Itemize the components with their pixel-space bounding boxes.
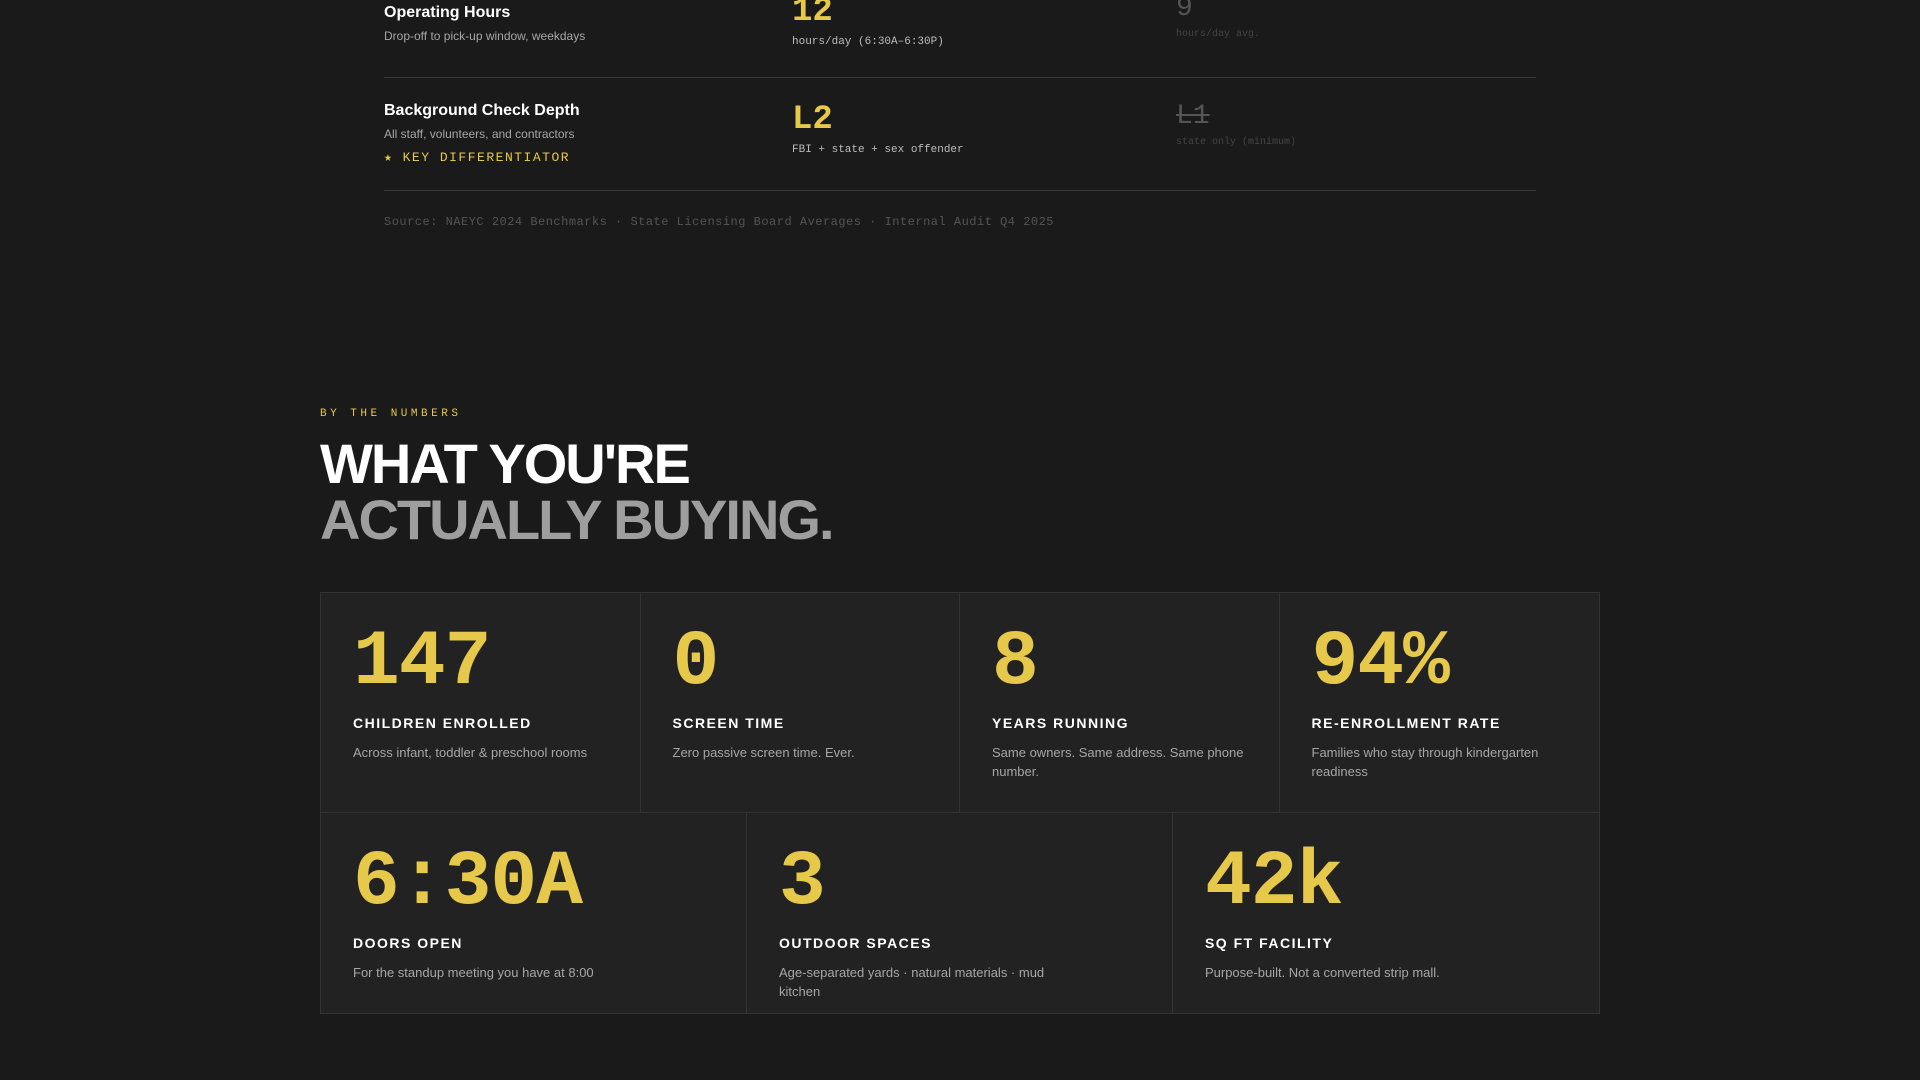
stat-card-sq-ft-facility: 42k SQ FT FACILITY Purpose-built. Not a … xyxy=(1172,813,1599,1013)
stat-number: 6:30A xyxy=(353,839,583,927)
stat-card-outdoor-spaces: 3 OUTDOOR SPACES Age-separated yards · n… xyxy=(746,813,1173,1013)
stat-number: 42k xyxy=(1204,839,1343,927)
comparison-row-background-check: Background Check Depth All staff, volunt… xyxy=(384,78,1536,191)
metric-cell: Operating Hours Drop-off to pick-up wind… xyxy=(384,4,784,43)
metric-cell: Background Check Depth All staff, volunt… xyxy=(384,102,784,165)
stat-number: 8 xyxy=(992,619,1039,707)
stat-card-children-enrolled: 147 CHILDREN ENROLLED Across infant, tod… xyxy=(321,593,641,812)
stat-label: RE-ENROLLMENT RATE xyxy=(1311,715,1501,731)
headline-line-2: ACTUALLY BUYING. xyxy=(320,488,834,551)
stat-number: 3 xyxy=(778,839,826,927)
source-note: Source: NAEYC 2024 Benchmarks · State Li… xyxy=(384,215,1055,229)
stat-label: DOORS OPEN xyxy=(353,935,463,951)
stat-label: OUTDOOR SPACES xyxy=(778,935,932,951)
average-value: 9 xyxy=(1176,0,1193,24)
stat-description: Same owners. Same address. Same phone nu… xyxy=(992,745,1244,779)
stat-label: YEARS RUNNING xyxy=(992,715,1129,731)
metric-title: Operating Hours xyxy=(384,4,511,21)
our-value-note: hours/day (6:30A–6:30P) xyxy=(792,36,944,48)
section-eyebrow: BY THE NUMBERS xyxy=(320,408,462,420)
our-value: L2 xyxy=(792,101,833,139)
our-value-note: FBI + state + sex offender xyxy=(792,144,964,156)
stat-description: Purpose-built. Not a converted strip mal… xyxy=(1204,965,1440,980)
stat-description: Families who stay through kindergarten r… xyxy=(1311,745,1539,779)
stat-number: 94% xyxy=(1311,619,1450,707)
average-value-cell: 9 hours/day avg. xyxy=(1176,0,1536,40)
stat-number: 0 xyxy=(672,619,720,707)
average-value: L1 xyxy=(1176,101,1210,132)
stat-card-years-running: 8 YEARS RUNNING Same owners. Same addres… xyxy=(960,593,1280,812)
metric-subtitle: Drop-off to pick-up window, weekdays xyxy=(384,29,586,43)
stat-card-re-enrollment-rate: 94% RE-ENROLLMENT RATE Families who stay… xyxy=(1279,593,1599,812)
stat-label: CHILDREN ENROLLED xyxy=(353,715,532,731)
section-headline: WHAT YOU'RE ACTUALLY BUYING. xyxy=(320,432,834,551)
headline-line-1: WHAT YOU'RE xyxy=(320,432,691,495)
stat-description: Across infant, toddler & preschool rooms xyxy=(353,745,588,760)
stat-card-doors-open: 6:30A DOORS OPEN For the standup meeting… xyxy=(321,813,747,1013)
average-value-note: state only (minimum) xyxy=(1176,137,1297,148)
metric-subtitle: All staff, volunteers, and contractors xyxy=(384,127,575,141)
average-value-note: hours/day avg. xyxy=(1176,29,1261,40)
stat-card-screen-time: 0 SCREEN TIME Zero passive screen time. … xyxy=(640,593,960,812)
our-value-cell: 12 hours/day (6:30A–6:30P) xyxy=(792,0,1172,48)
metric-title: Background Check Depth xyxy=(384,102,580,119)
our-value: 12 xyxy=(792,0,833,31)
stat-description: For the standup meeting you have at 8:00 xyxy=(353,965,594,980)
stat-description: Age-separated yards · natural materials … xyxy=(778,965,1045,999)
stat-description: Zero passive screen time. Ever. xyxy=(672,745,855,760)
stats-row-bottom: 6:30A DOORS OPEN For the standup meeting… xyxy=(321,813,1599,1013)
stat-label: SQ FT FACILITY xyxy=(1204,935,1334,951)
average-value-cell: L1 state only (minimum) xyxy=(1176,101,1536,149)
key-differentiator-badge: ★ KEY DIFFERENTIATOR xyxy=(384,150,571,165)
stat-label: SCREEN TIME xyxy=(672,715,785,731)
comparison-table: Operating Hours Drop-off to pick-up wind… xyxy=(384,0,1536,191)
our-value-cell: L2 FBI + state + sex offender xyxy=(792,102,1172,156)
comparison-row-operating-hours: Operating Hours Drop-off to pick-up wind… xyxy=(384,0,1536,78)
stats-row-top: 147 CHILDREN ENROLLED Across infant, tod… xyxy=(321,593,1599,813)
stats-grid: 147 CHILDREN ENROLLED Across infant, tod… xyxy=(320,592,1600,1014)
stat-number: 147 xyxy=(353,619,491,707)
